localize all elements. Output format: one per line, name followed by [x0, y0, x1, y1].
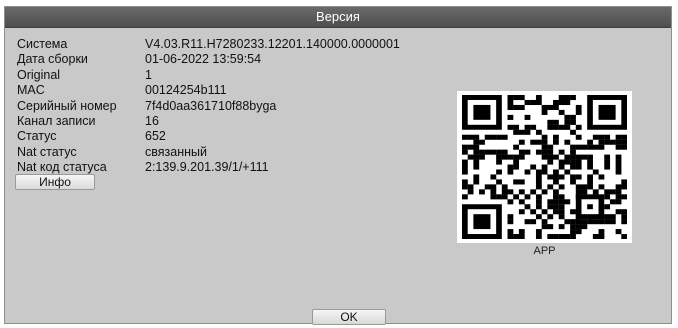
- info-label: Серийный номер: [17, 98, 117, 113]
- info-label: Nat код статуса: [17, 160, 107, 175]
- qr-panel: [457, 91, 632, 243]
- qr-code-icon: [462, 95, 627, 239]
- qr-caption: APP: [533, 245, 556, 257]
- info-value: 16: [145, 113, 159, 128]
- info-value: 01-06-2022 13:59:54: [145, 52, 262, 67]
- info-value: 7f4d0aa361710f88byga: [145, 98, 277, 113]
- title-bar: Версия: [5, 7, 671, 28]
- info-label: Статус: [17, 129, 57, 144]
- info-value: 2:139.9.201.39/1/+111: [145, 160, 269, 175]
- info-label: Original: [17, 67, 61, 82]
- info-label: Канал записи: [17, 113, 96, 128]
- info-label: Nat статус: [17, 144, 77, 159]
- info-button[interactable]: Инфо: [15, 174, 95, 190]
- info-label: Дата сборки: [17, 52, 88, 67]
- info-value: связанный: [145, 144, 207, 159]
- info-label: Система: [17, 37, 68, 51]
- info-value: 00124254b111: [145, 83, 227, 98]
- version-dialog: Версия Система V4.03.R11.H7280233.12201.…: [4, 6, 672, 325]
- info-value: V4.03.R11.H7280233.12201.140000.0000001: [145, 37, 400, 51]
- info-label: MAC: [17, 83, 45, 98]
- info-value: 1: [145, 67, 152, 82]
- dialog-title: Версия: [316, 9, 360, 24]
- ok-button[interactable]: OK: [312, 309, 386, 325]
- info-value: 652: [145, 129, 166, 144]
